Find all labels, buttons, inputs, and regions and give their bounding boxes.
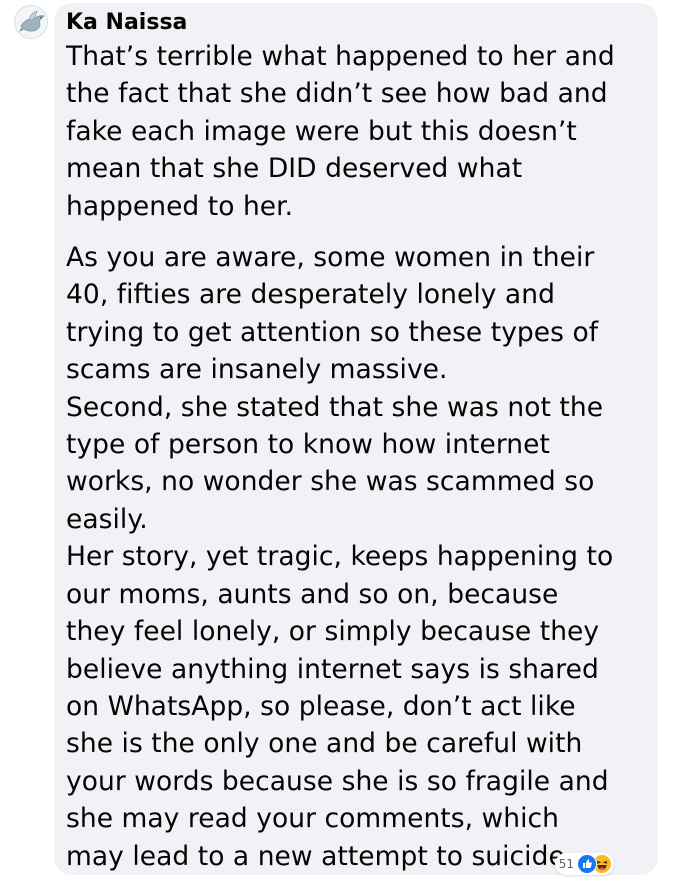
comment-line: the fact that she didn’t see how bad and [66,78,608,110]
comment-author[interactable]: Ka Naissa [66,8,646,38]
comment-line: they feel lonely, or simply because they [66,616,600,648]
like-icon [577,854,597,874]
comment-line: she is the only one and be careful with [66,728,583,760]
comment-line: scams are insanely massive. [66,354,448,386]
comment-line: fake each image were but this doesn’t [66,115,577,147]
comment-body: That’s terrible what happened to her and… [66,38,646,875]
comment-line: trying to get attention so these types o… [66,316,599,348]
comment-line: happened to her. [66,190,294,222]
avatar[interactable] [14,5,48,39]
dove-icon [19,10,45,32]
comment-paragraph-4: Her story, yet tragic, keeps happening t… [66,538,646,875]
comment-paragraph-1: That’s terrible what happened to her and… [66,38,646,225]
comment-bubble: Ka Naissa That’s terrible what happened … [54,3,658,875]
reaction-summary[interactable]: 51 [554,853,614,875]
comment-line: Her story, yet tragic, keeps happening t… [66,541,614,573]
comment-line: As you are aware, some women in their [66,242,595,274]
comment-line: type of person to know how internet [66,429,550,461]
reaction-count[interactable]: 51 [559,853,574,875]
comment-line: she may read your comments, which [66,803,559,835]
comment-line: believe anything internet says is shared [66,653,599,685]
comment-line: our moms, aunts and so on, because [66,578,559,610]
comment-paragraph-2: As you are aware, some women in their 40… [66,239,646,389]
comment-line: works, no wonder she was scammed so [66,466,595,498]
comment-line: That’s terrible what happened to her and [66,41,615,72]
comment-line: 40, fifties are desperately lonely and [66,279,555,311]
comment-line: your words because she is so fragile and [66,765,609,797]
comment-paragraph-3: Second, she stated that she was not the … [66,389,646,539]
comment-line: easily. [66,503,148,535]
comment-line: mean that she DID deserved what [66,153,523,185]
comment-line: on WhatsApp, so please, don’t act like [66,690,576,722]
comment-line: Second, she stated that she was not the [66,391,604,423]
